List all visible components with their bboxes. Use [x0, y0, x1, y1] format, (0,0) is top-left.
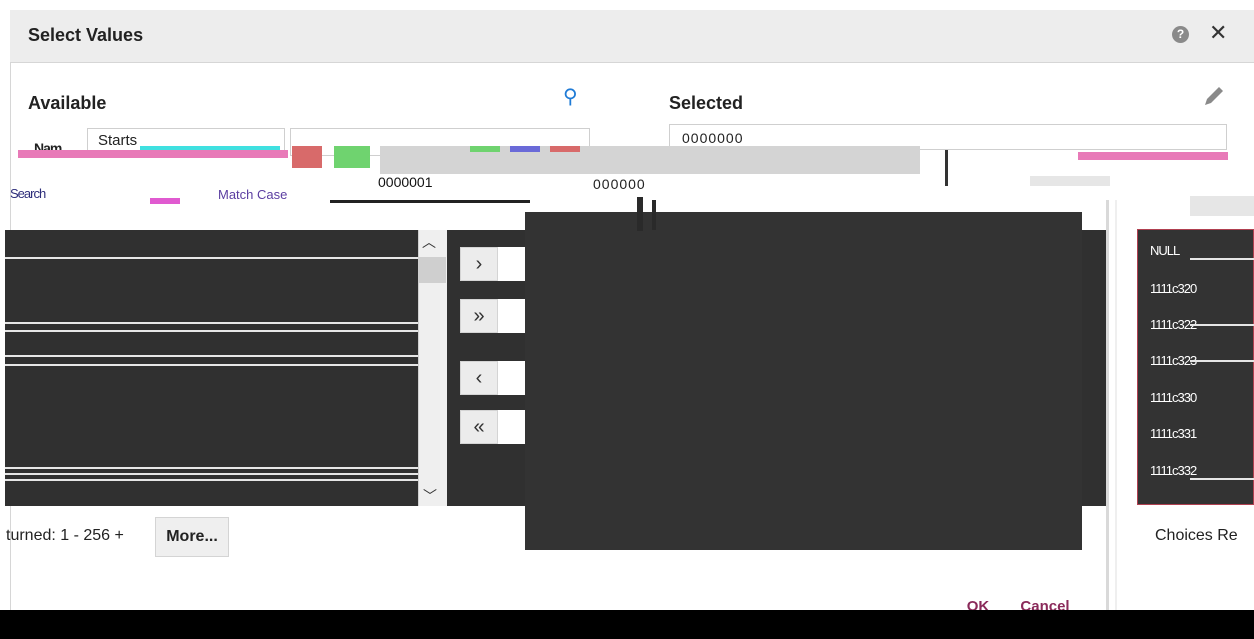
selected-list-edge — [1082, 230, 1107, 506]
remove-all-button-edge — [498, 410, 526, 444]
list-item[interactable]: NULL — [1150, 243, 1180, 258]
glitch-strip — [470, 146, 500, 152]
glitch-strip — [1190, 196, 1254, 216]
list-row-divider — [5, 257, 418, 259]
help-icon[interactable]: ? — [1172, 26, 1189, 43]
glitch-strip — [330, 200, 530, 203]
list-row-divider — [5, 473, 418, 475]
move-all-button-edge — [498, 299, 526, 333]
list-row-divider — [1190, 360, 1254, 362]
list-item[interactable]: 1111c331 — [1150, 426, 1197, 441]
list-row-divider — [1190, 258, 1254, 260]
glitch-strip — [380, 146, 920, 174]
list-item[interactable]: 1111c330 — [1150, 390, 1197, 405]
glitch-strip — [150, 198, 180, 204]
glitch-strip — [510, 146, 540, 152]
glitch-strip — [1078, 152, 1228, 160]
bottom-black-bar — [0, 610, 1254, 639]
selected-values-list[interactable] — [525, 212, 1082, 550]
scroll-down-icon[interactable]: ﹀ — [423, 486, 437, 506]
move-button-edge — [498, 247, 526, 281]
list-row-divider — [1190, 324, 1254, 326]
glitch-strip — [140, 146, 280, 150]
list-row-divider — [5, 467, 418, 469]
available-values-list[interactable] — [5, 230, 418, 506]
list-item[interactable]: 0000001 — [378, 174, 433, 190]
list-row-divider — [5, 355, 418, 357]
selected-heading: Selected — [669, 93, 744, 113]
list-row-divider — [5, 322, 418, 324]
glitch-strip — [1030, 176, 1110, 186]
glitch-strip — [18, 150, 288, 158]
dialog-header — [10, 10, 1254, 63]
list-row-divider — [5, 479, 418, 481]
scroll-thumb[interactable] — [419, 257, 446, 283]
glitch-strip — [652, 200, 656, 230]
glitch-strip — [550, 146, 580, 152]
list-row-divider — [5, 330, 418, 332]
glitch-strip — [945, 150, 948, 186]
close-icon[interactable]: ✕ — [1209, 20, 1227, 46]
glitch-strip — [637, 197, 643, 231]
search-icon[interactable]: ⚲ — [563, 84, 578, 109]
list-item[interactable]: 1111c320 — [1150, 281, 1197, 296]
divider — [1106, 200, 1109, 610]
choices-count-text: Choices Re — [1155, 527, 1238, 544]
list-item[interactable]: 1111c332 — [1150, 463, 1197, 478]
remove-all-button[interactable]: « — [460, 410, 498, 444]
list-row-divider — [5, 364, 418, 366]
more-button[interactable]: More... — [155, 517, 229, 557]
list-item[interactable]: 000000 — [593, 176, 646, 192]
available-heading: Available — [28, 93, 107, 113]
pencil-icon[interactable] — [1202, 84, 1226, 108]
match-case-checkbox[interactable]: Match Case — [218, 187, 287, 202]
search-button[interactable]: Search — [10, 186, 46, 201]
divider — [1115, 200, 1117, 610]
list-row-divider — [1190, 478, 1254, 480]
remove-button[interactable]: ‹ — [460, 361, 498, 395]
dialog-title: Select Values — [28, 25, 144, 45]
move-all-button[interactable]: » — [460, 299, 498, 333]
scroll-up-icon[interactable]: ︿ — [422, 232, 436, 252]
results-count-text: turned: 1 - 256 + — [6, 527, 124, 544]
glitch-strip — [334, 146, 370, 168]
move-button[interactable]: › — [460, 247, 498, 281]
glitch-strip — [292, 146, 322, 168]
remove-button-edge — [498, 361, 526, 395]
